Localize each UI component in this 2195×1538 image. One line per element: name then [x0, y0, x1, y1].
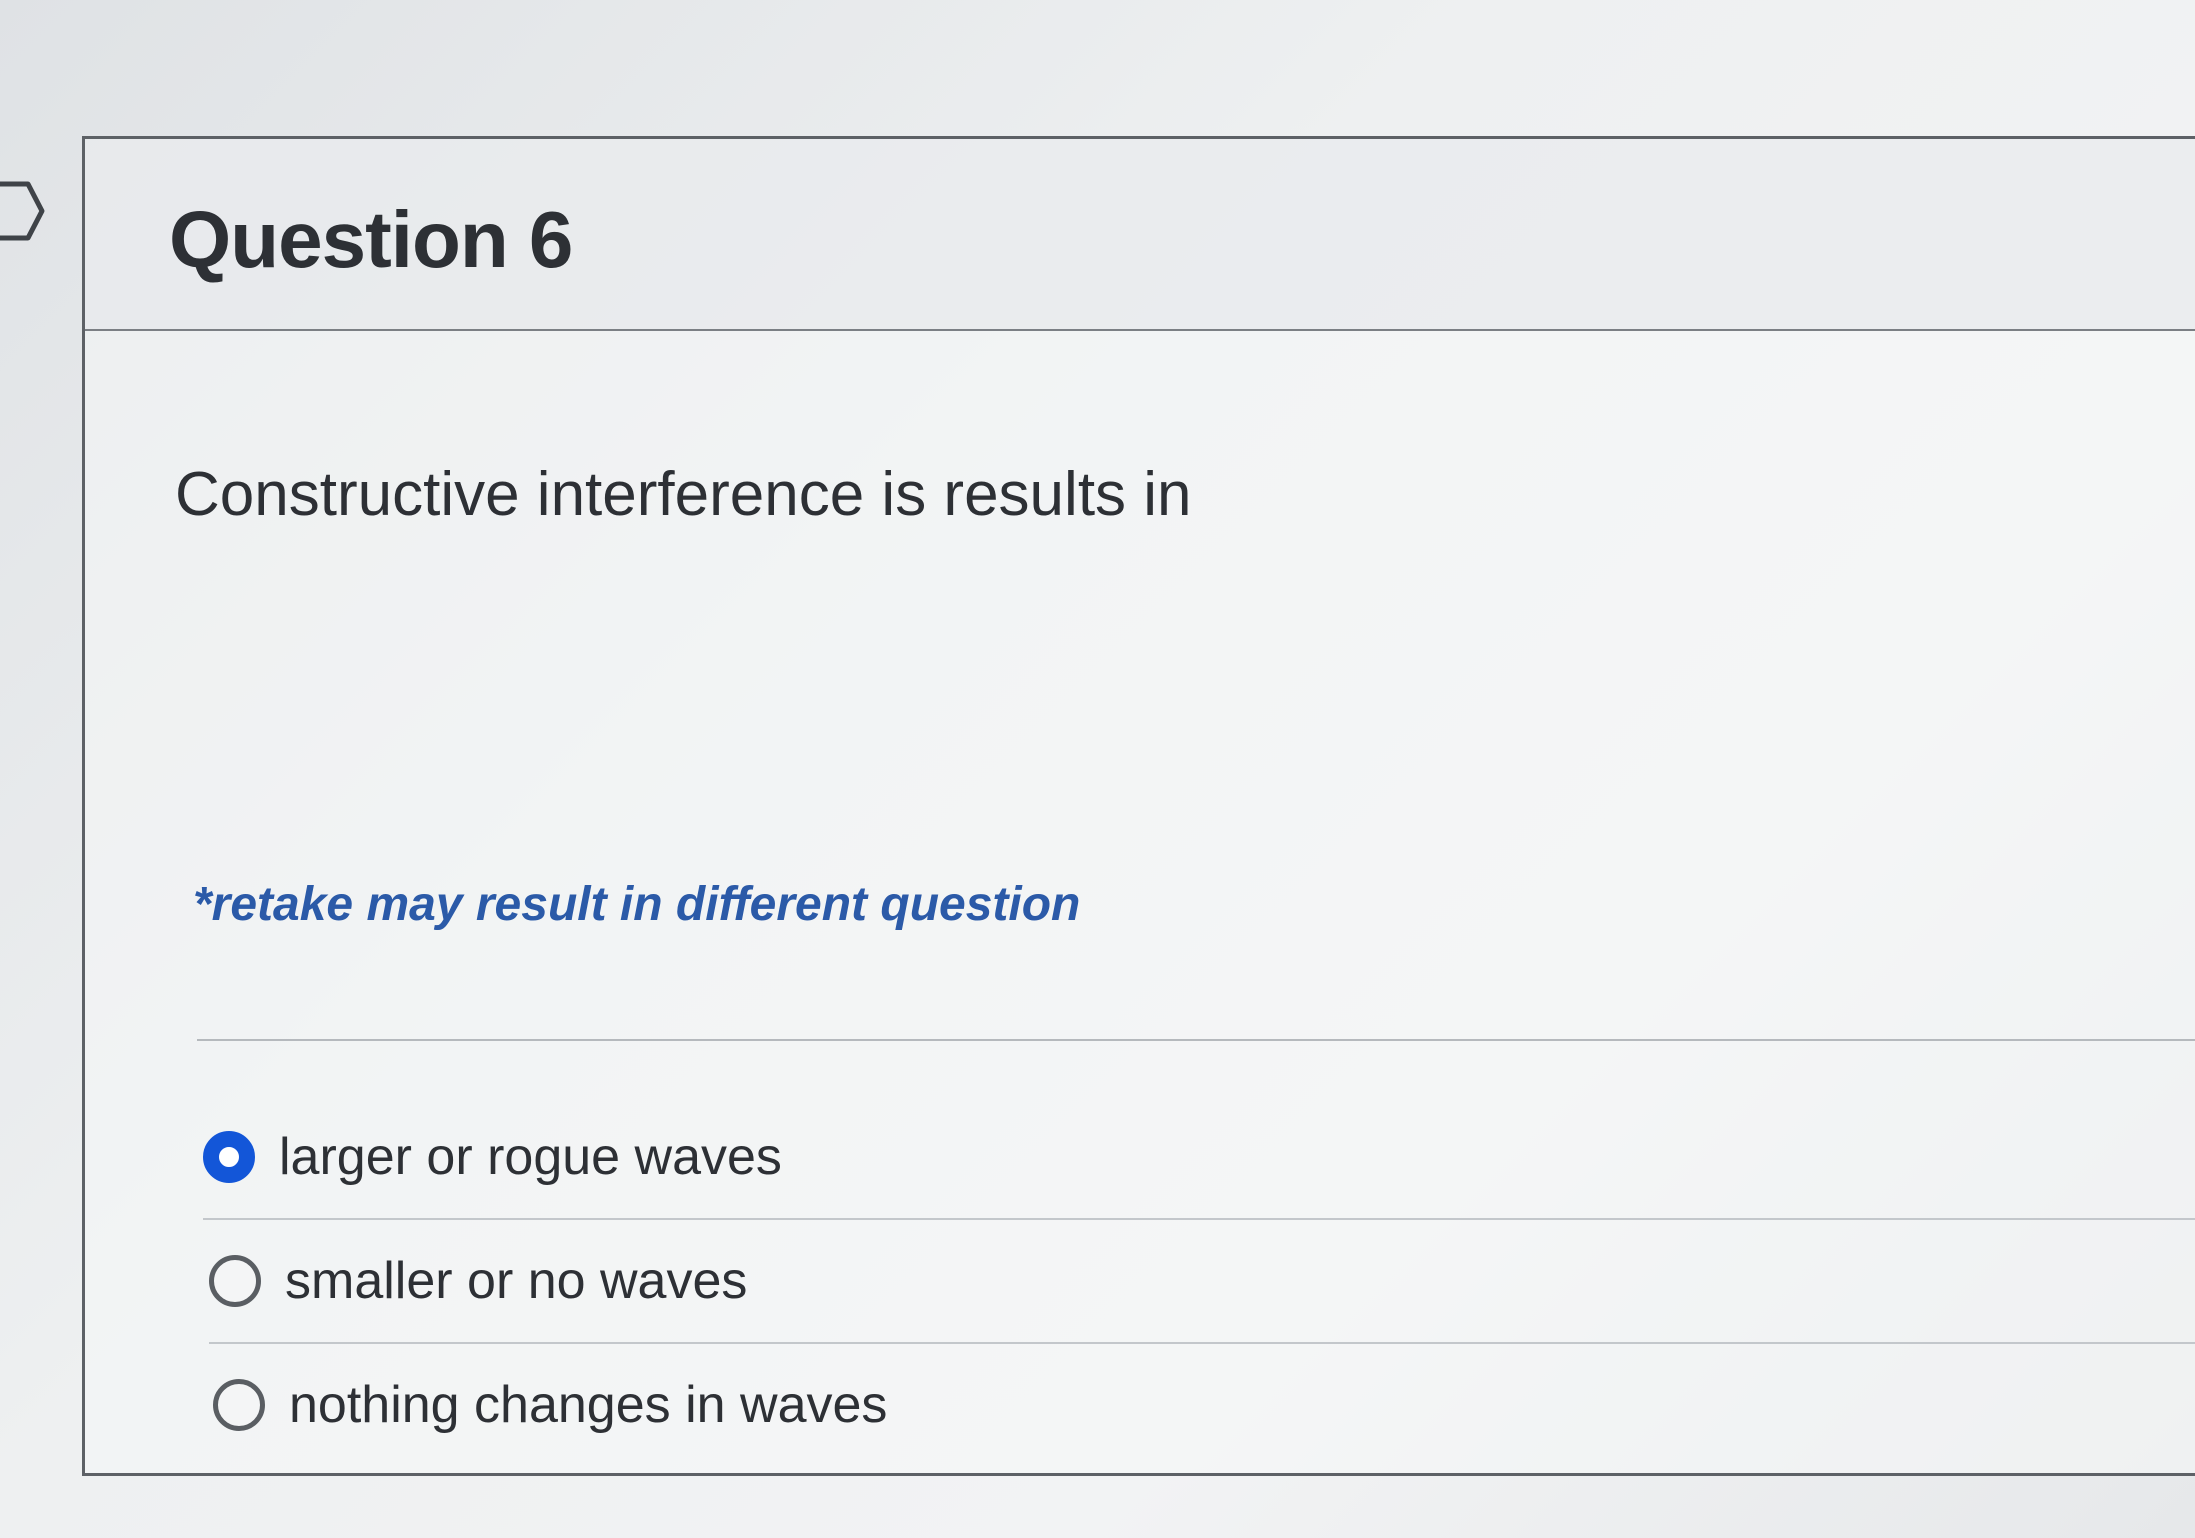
answer-option-larger-or-rogue-waves[interactable]: larger or rogue waves	[203, 1096, 2195, 1220]
quiz-page: Question 6 Constructive interference is …	[0, 0, 2195, 1538]
answer-label: nothing changes in waves	[289, 1376, 888, 1434]
answer-label: larger or rogue waves	[279, 1128, 782, 1186]
answer-option-smaller-or-no-waves[interactable]: smaller or no waves	[209, 1220, 2195, 1344]
answer-label: smaller or no waves	[285, 1252, 748, 1310]
answer-list: larger or rogue waves smaller or no wave…	[203, 1128, 2195, 1466]
question-card: Question 6 Constructive interference is …	[82, 136, 2195, 1476]
question-header: Question 6	[85, 139, 2195, 331]
radio-unselected-icon[interactable]	[213, 1379, 265, 1431]
radio-unselected-icon[interactable]	[209, 1255, 261, 1307]
question-flag-icon[interactable]	[0, 180, 46, 242]
answer-option-nothing-changes[interactable]: nothing changes in waves	[213, 1344, 2195, 1466]
question-text: Constructive interference is results in	[175, 460, 1192, 529]
answers-divider	[197, 1039, 2195, 1041]
question-title: Question 6	[169, 195, 573, 284]
radio-selected-icon[interactable]	[203, 1131, 255, 1183]
retake-note: *retake may result in different question	[193, 878, 1081, 931]
